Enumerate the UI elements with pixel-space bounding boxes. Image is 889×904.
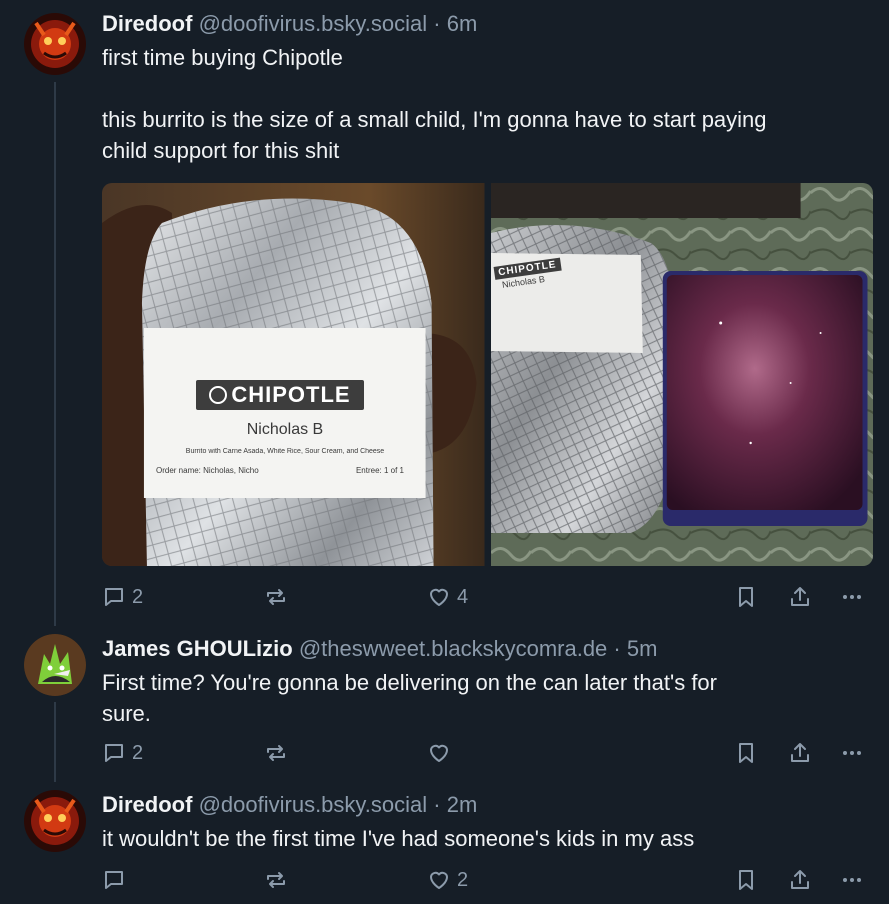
reply-icon xyxy=(105,871,123,889)
author-handle[interactable]: @doofivirus.bsky.social xyxy=(199,792,428,817)
share-button[interactable] xyxy=(788,868,812,892)
avatar[interactable] xyxy=(24,790,86,852)
timestamp[interactable]: 6m xyxy=(447,11,478,36)
repost-button[interactable] xyxy=(264,868,294,892)
avatar-image xyxy=(24,13,86,75)
post-actions: 2 xyxy=(102,741,873,771)
share-button[interactable] xyxy=(788,741,812,765)
author-name[interactable]: James GHOULizio xyxy=(102,636,293,661)
label-brand: CHIPOTLE xyxy=(231,382,351,407)
share-icon xyxy=(791,587,809,606)
label-order-name: Order name: Nicholas, Nicho xyxy=(156,466,259,475)
repost-icon xyxy=(267,745,285,761)
post[interactable]: Diredoof @doofivirus.bsky.social · 2m it… xyxy=(0,782,889,904)
post-actions: 2 4 xyxy=(102,585,873,615)
heart-icon xyxy=(430,744,448,762)
reply-button[interactable]: 2 xyxy=(102,585,143,609)
post-text: First time? You're gonna be delivering o… xyxy=(102,667,875,729)
post[interactable]: Diredoof @doofivirus.bsky.social · 6m fi… xyxy=(0,0,889,626)
separator: · xyxy=(433,11,441,36)
reply-button[interactable] xyxy=(102,868,132,892)
more-icon xyxy=(843,751,861,755)
share-button[interactable] xyxy=(788,585,812,609)
post-text: first time buying Chipotle this burrito … xyxy=(102,42,875,166)
author-handle[interactable]: @theswweet.blackskycomra.de xyxy=(299,636,607,661)
post-actions: 2 xyxy=(102,868,873,898)
more-button[interactable] xyxy=(840,741,864,765)
reply-icon xyxy=(105,744,123,762)
heart-icon xyxy=(430,871,448,889)
author-name[interactable]: Diredoof xyxy=(102,11,192,36)
bookmark-button[interactable] xyxy=(734,868,758,892)
avatar[interactable] xyxy=(24,634,86,696)
like-button[interactable]: 2 xyxy=(427,868,468,892)
bookmark-button[interactable] xyxy=(734,585,758,609)
burrito-photo-2[interactable]: CHIPOTLE Nicholas B xyxy=(490,183,873,566)
post-text-line: first time buying Chipotle xyxy=(102,45,343,70)
heart-icon xyxy=(430,588,448,606)
timestamp[interactable]: 2m xyxy=(447,792,478,817)
separator: · xyxy=(433,792,441,817)
label-entree: Entree: 1 of 1 xyxy=(355,466,404,475)
repost-button[interactable] xyxy=(264,585,294,609)
bookmark-icon xyxy=(739,870,753,890)
burrito-photo-1[interactable]: CHIPOTLE Nicholas B Burrito with Carne A… xyxy=(102,183,485,566)
reply-count: 2 xyxy=(132,586,144,608)
bookmark-button[interactable] xyxy=(734,741,758,765)
post-text: it wouldn't be the first time I've had s… xyxy=(102,823,875,854)
separator: · xyxy=(613,636,621,661)
post-text-line: sure. xyxy=(102,701,151,726)
post-text-line: this burrito is the size of a small chil… xyxy=(102,107,767,132)
more-button[interactable] xyxy=(840,585,864,609)
post-header: James GHOULizio @theswweet.blackskycomra… xyxy=(102,635,875,663)
avatar-image xyxy=(24,790,86,852)
reply-count: 2 xyxy=(132,742,144,764)
label-order-desc: Burrito with Carne Asada, White Rice, So… xyxy=(185,448,385,455)
reply-button[interactable]: 2 xyxy=(102,741,143,765)
timestamp[interactable]: 5m xyxy=(627,636,658,661)
more-button[interactable] xyxy=(840,868,864,892)
post-text-line: child support for this shit xyxy=(102,138,340,163)
post[interactable]: James GHOULizio @theswweet.blackskycomra… xyxy=(0,626,889,782)
share-icon xyxy=(791,743,809,762)
bookmark-icon xyxy=(739,743,753,763)
bookmark-icon xyxy=(739,587,753,607)
more-icon xyxy=(843,595,861,599)
receipt-label: CHIPOTLE Nicholas B Burrito with Carne A… xyxy=(144,328,426,498)
reply-icon xyxy=(105,588,123,606)
like-button[interactable]: 4 xyxy=(427,585,468,609)
photo-image xyxy=(490,183,873,566)
avatar[interactable] xyxy=(24,13,86,75)
avatar-image xyxy=(24,634,86,696)
image-gallery: CHIPOTLE Nicholas B Burrito with Carne A… xyxy=(102,183,873,566)
more-icon xyxy=(843,878,861,882)
like-count: 4 xyxy=(457,586,469,608)
post-text-line: First time? You're gonna be delivering o… xyxy=(102,670,717,695)
post-text-line: it wouldn't be the first time I've had s… xyxy=(102,826,695,851)
share-icon xyxy=(791,870,809,889)
chipotle-logo-icon xyxy=(209,386,228,404)
repost-icon xyxy=(267,589,285,605)
like-button[interactable] xyxy=(427,741,457,765)
author-name[interactable]: Diredoof xyxy=(102,792,192,817)
post-header: Diredoof @doofivirus.bsky.social · 6m xyxy=(102,10,875,38)
author-handle[interactable]: @doofivirus.bsky.social xyxy=(199,11,428,36)
label-customer: Nicholas B xyxy=(246,421,324,438)
repost-button[interactable] xyxy=(264,741,294,765)
repost-icon xyxy=(267,872,285,888)
like-count: 2 xyxy=(457,869,469,891)
post-header: Diredoof @doofivirus.bsky.social · 2m xyxy=(102,791,875,819)
